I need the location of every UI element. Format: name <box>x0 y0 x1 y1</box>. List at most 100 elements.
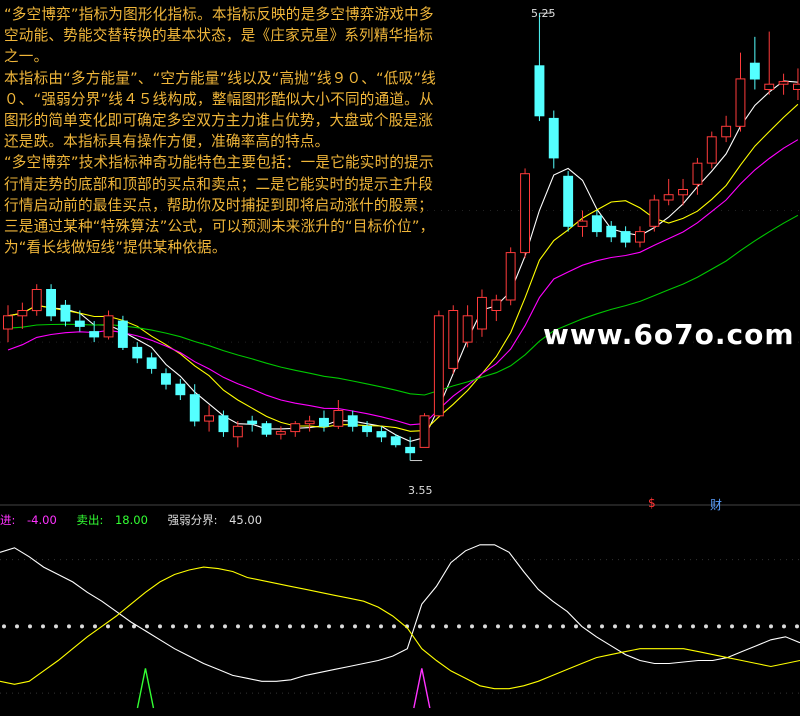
candle-up <box>779 82 788 85</box>
event-marker-cai[interactable]: 财 <box>710 496 722 513</box>
candle-down <box>90 332 99 337</box>
divide-level-dot <box>158 624 162 628</box>
divide-level-dot <box>379 624 383 628</box>
candle-up <box>420 416 429 448</box>
candle-up <box>506 253 515 300</box>
indicator-description: “多空博弈”指标为图形化指标。本指标反映的是多空博弈游戏中多空动能、势能交替转换… <box>4 4 444 258</box>
candle-up <box>291 424 300 432</box>
divide-level-dot <box>496 624 500 628</box>
event-marker-dollar[interactable]: $ <box>648 496 656 510</box>
divide-level-dot <box>2 624 6 628</box>
candle-down <box>621 232 630 243</box>
divide-level-dot <box>106 624 110 628</box>
divide-level-dot <box>28 624 32 628</box>
candle-up <box>463 316 472 342</box>
candle-down <box>363 426 372 431</box>
divide-level-dot <box>54 624 58 628</box>
divide-level-dot <box>236 624 240 628</box>
candle-up <box>722 126 731 137</box>
divide-level-dot <box>249 624 253 628</box>
chart-stage[interactable]: “多空博弈”指标为图形化指标。本指标反映的是多空博弈游戏中多空动能、势能交替转换… <box>0 0 800 712</box>
divide-level-dot <box>119 624 123 628</box>
description-paragraph-1: “多空博弈”指标为图形化指标。本指标反映的是多空博弈游戏中多空动能、势能交替转换… <box>4 4 444 68</box>
divide-level-dot <box>353 624 357 628</box>
divide-level-dot <box>522 624 526 628</box>
divide-level-dot <box>574 624 578 628</box>
divide-level-dot <box>613 624 617 628</box>
divide-level-dot <box>314 624 318 628</box>
divide-level-dot <box>15 624 19 628</box>
divide-level-dot <box>223 624 227 628</box>
legend-sell-value: 18.00 <box>115 513 148 527</box>
candle-up <box>233 426 242 437</box>
divide-level-dot <box>392 624 396 628</box>
divide-level-dot <box>340 624 344 628</box>
divide-level-dot <box>288 624 292 628</box>
candle-down <box>133 347 142 358</box>
candle-down <box>248 421 257 424</box>
candle-up <box>794 84 800 89</box>
divide-level-dot <box>41 624 45 628</box>
divide-level-dot <box>184 624 188 628</box>
candle-down <box>262 424 271 435</box>
divide-level-dot <box>730 624 734 628</box>
candle-up <box>305 421 314 424</box>
divide-level-dot <box>418 624 422 628</box>
candle-down <box>607 226 616 237</box>
candle-up <box>449 311 458 369</box>
candle-down <box>320 418 329 426</box>
candle-down <box>61 305 70 321</box>
legend-sell-label: 卖出: <box>76 513 103 527</box>
candle-down <box>750 63 759 79</box>
candle-up <box>664 195 673 200</box>
divide-level-dot <box>756 624 760 628</box>
divide-level-dot <box>145 624 149 628</box>
candle-down <box>147 358 156 369</box>
candle-down <box>176 384 185 395</box>
divide-level-dot <box>665 624 669 628</box>
divide-level-dot <box>444 624 448 628</box>
divide-level-dot <box>626 624 630 628</box>
candle-up <box>521 174 530 253</box>
candle-down <box>391 437 400 445</box>
candle-up <box>693 163 702 184</box>
divide-level-dot <box>431 624 435 628</box>
candle-up <box>434 316 443 416</box>
low-price-label: 3.55 <box>408 484 433 497</box>
divide-level-dot <box>262 624 266 628</box>
divide-level-dot <box>171 624 175 628</box>
candle-down <box>377 432 386 437</box>
candle-up <box>205 416 214 421</box>
candle-up <box>334 411 343 427</box>
divide-level-dot <box>691 624 695 628</box>
candle-down <box>162 374 171 385</box>
legend-buy-value: -4.00 <box>27 513 57 527</box>
divide-level-dot <box>80 624 84 628</box>
divide-level-dot <box>782 624 786 628</box>
divide-level-dot <box>483 624 487 628</box>
candle-up <box>4 316 13 329</box>
candle-up <box>492 300 501 311</box>
candle-down <box>47 290 56 316</box>
candle-up <box>18 311 27 316</box>
divide-level-dot <box>210 624 214 628</box>
divide-level-dot <box>197 624 201 628</box>
divide-level-dot <box>366 624 370 628</box>
candle-down <box>406 447 415 452</box>
divide-level-dot <box>795 624 799 628</box>
divide-level-dot <box>769 624 773 628</box>
candle-down <box>535 66 544 116</box>
divide-level-dot <box>600 624 604 628</box>
divide-level-dot <box>509 624 513 628</box>
divide-level-dot <box>470 624 474 628</box>
candle-down <box>592 216 601 232</box>
candle-up <box>650 200 659 226</box>
candle-up <box>478 297 487 329</box>
divide-level-dot <box>587 624 591 628</box>
candle-up <box>32 290 41 311</box>
candle-down <box>219 416 228 432</box>
divide-level-dot <box>275 624 279 628</box>
candle-up <box>578 221 587 226</box>
divide-level-dot <box>548 624 552 628</box>
divide-level-dot <box>561 624 565 628</box>
